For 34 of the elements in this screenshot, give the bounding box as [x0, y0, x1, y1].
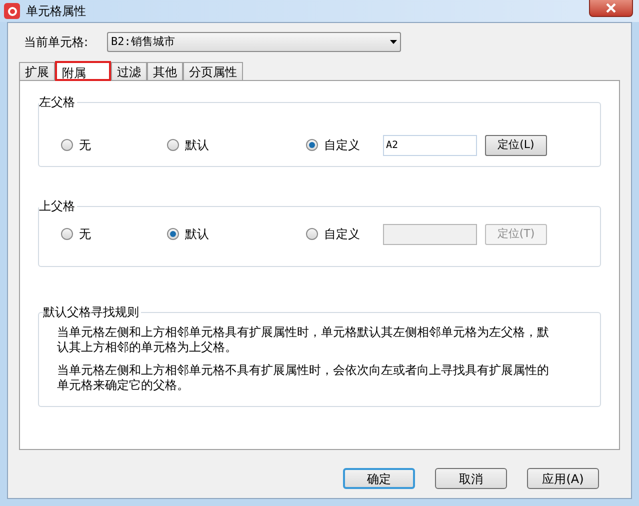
- radio-label: 自定义: [324, 226, 360, 243]
- dialog-button[interactable]: 应用(A): [527, 468, 599, 489]
- tab[interactable]: 扩展: [19, 62, 55, 80]
- radio-button[interactable]: [167, 228, 179, 240]
- group-title: 左父格: [39, 94, 76, 111]
- tab[interactable]: 分页属性: [183, 62, 243, 80]
- radio-label: 无: [79, 226, 91, 243]
- window-title: 单元格属性: [26, 3, 86, 20]
- radio-button[interactable]: [61, 139, 73, 151]
- current-cell-dropdown[interactable]: B2:销售城市: [107, 32, 401, 52]
- text-field[interactable]: A2: [383, 134, 477, 156]
- tab[interactable]: 其他: [147, 62, 183, 80]
- group-title: 上父格: [39, 198, 76, 215]
- radio-label: 无: [79, 137, 91, 154]
- dialog-button[interactable]: 确定: [343, 468, 415, 489]
- group-title: 默认父格寻找规则: [43, 304, 140, 321]
- tab[interactable]: 过滤: [111, 62, 147, 80]
- radio-button[interactable]: [61, 228, 73, 240]
- tab[interactable]: 附属: [55, 61, 111, 81]
- radio-button[interactable]: [167, 139, 179, 151]
- close-button[interactable]: [589, 0, 633, 17]
- radio-label: 默认: [185, 137, 209, 154]
- close-icon: [606, 3, 616, 13]
- radio-button[interactable]: [306, 228, 318, 240]
- rule-paragraph: 当单元格左侧和上方相邻单元格不具有扩展属性时，会依次向左或者向上寻找具有扩展属性的单元格来确定它的父格。: [57, 363, 550, 393]
- current-cell-label: 当前单元格:: [23, 34, 90, 51]
- dialog-button[interactable]: 取消: [435, 468, 507, 489]
- radio-button[interactable]: [306, 139, 318, 151]
- locate-button[interactable]: 定位(L): [485, 134, 547, 156]
- dropdown-caret-icon: [390, 40, 397, 44]
- rule-paragraph: 当单元格左侧和上方相邻单元格具有扩展属性时，单元格默认其左侧相邻单元格为左父格，默认其上方相邻的单元格为上父格。: [57, 325, 550, 355]
- app-icon: [4, 3, 20, 19]
- radio-label: 自定义: [324, 137, 360, 154]
- radio-label: 默认: [185, 226, 209, 243]
